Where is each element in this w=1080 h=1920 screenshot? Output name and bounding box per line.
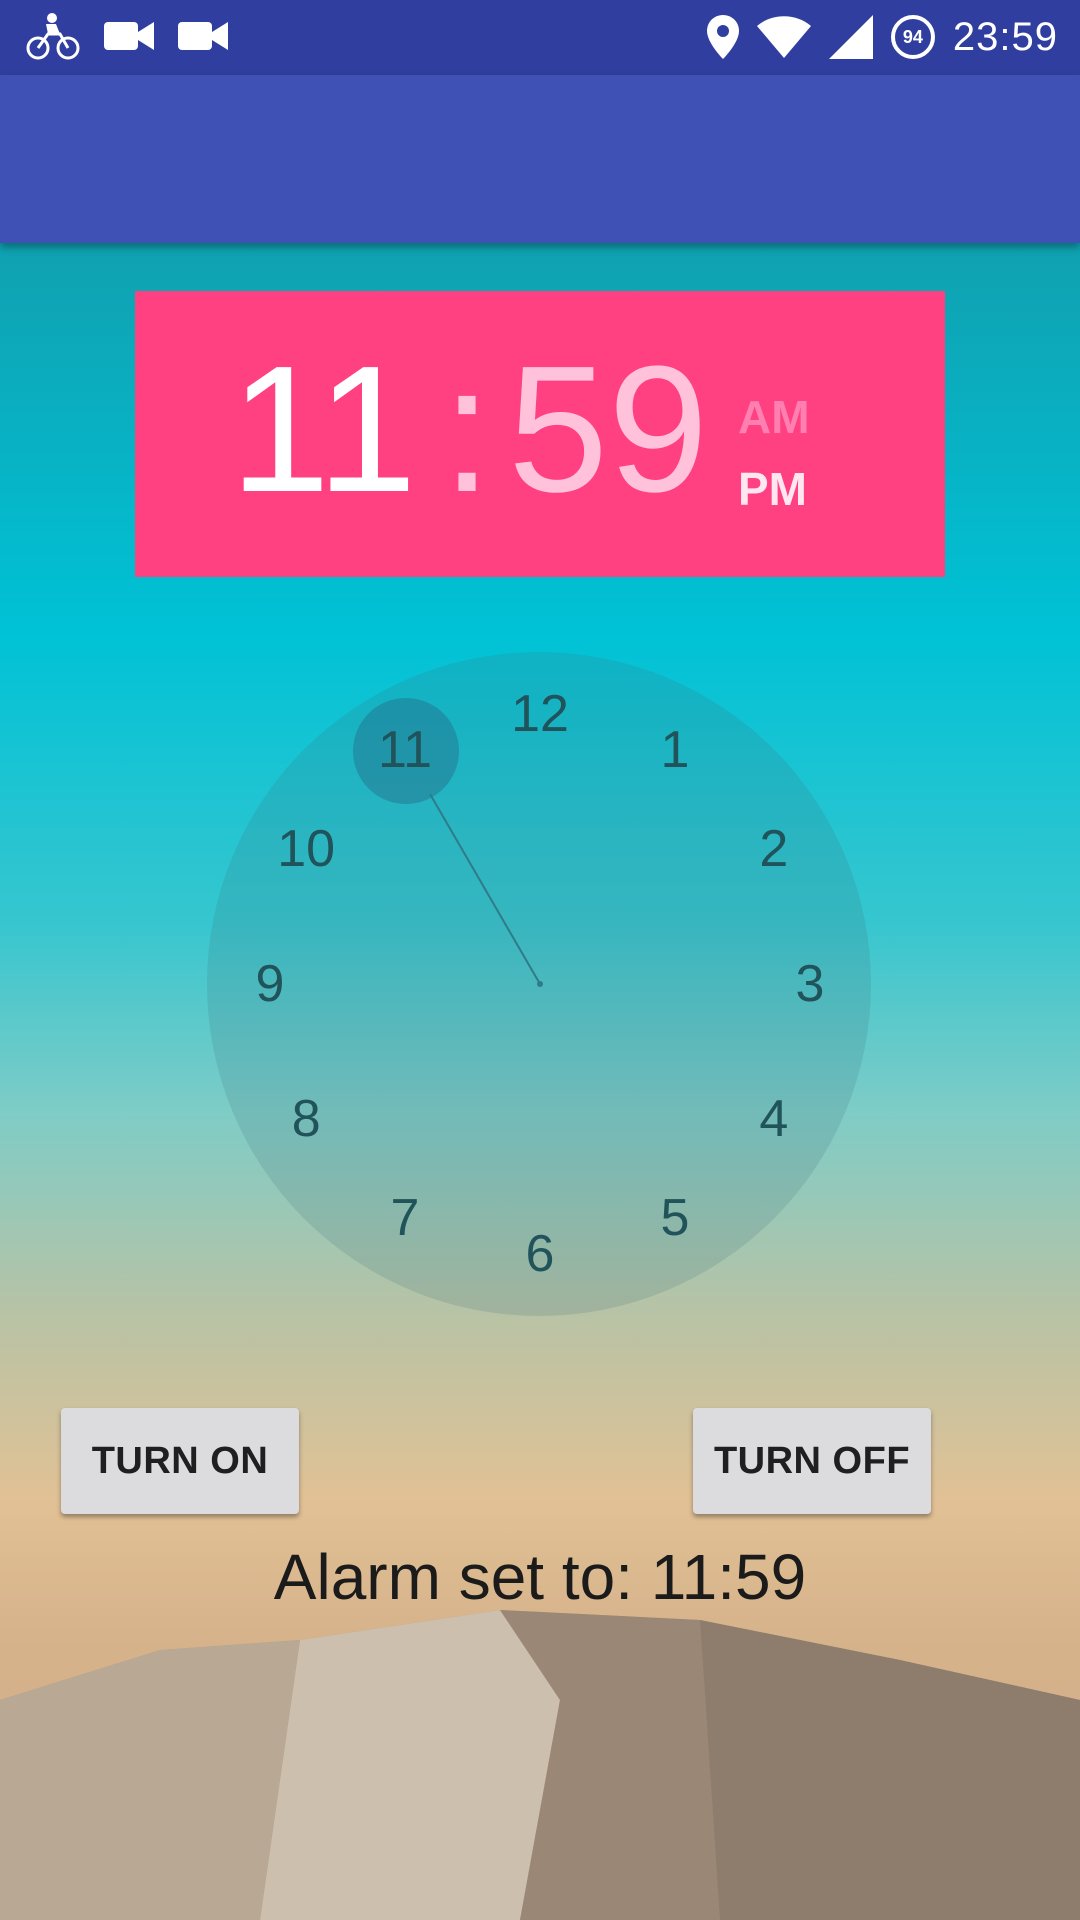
app-bar [0,75,1080,243]
location-icon [706,15,739,59]
bicycle-icon [26,13,80,60]
turn-off-button[interactable]: TURN OFF [693,1408,931,1514]
turn-on-button[interactable]: TURN ON [61,1408,299,1514]
video-camera-icon [178,22,228,50]
clock-number-7[interactable]: 7 [391,1192,420,1244]
status-time: 23:59 [952,14,1058,59]
clock-number-11[interactable]: 11 [378,724,432,776]
pm-toggle[interactable]: PM [738,462,807,516]
battery-level: 94 [902,26,923,47]
clock-number-2[interactable]: 2 [759,823,788,875]
clock-number-10[interactable]: 10 [277,823,335,875]
clock-number-12[interactable]: 12 [511,688,569,740]
status-bar: 94 23:59 [0,0,1080,75]
clock-number-4[interactable]: 4 [759,1093,788,1145]
clock-dial[interactable] [207,652,871,1316]
time-separator: : [442,329,493,530]
am-toggle[interactable]: AM [738,390,810,444]
clock-number-6[interactable]: 6 [526,1228,555,1280]
clock-number-9[interactable]: 9 [256,958,285,1010]
clock-number-1[interactable]: 1 [661,724,690,776]
clock-number-8[interactable]: 8 [292,1093,321,1145]
clock-number-5[interactable]: 5 [661,1192,690,1244]
battery-icon: 94 [890,15,935,59]
alarm-status-text: Alarm set to: 11:59 [273,1541,807,1613]
cell-signal-icon [828,15,873,59]
minute-display[interactable]: 59 [508,340,708,520]
hour-display[interactable]: 11 [230,340,417,520]
wifi-icon [756,16,811,58]
clock-number-3[interactable]: 3 [796,958,825,1010]
video-camera-icon [104,22,154,50]
